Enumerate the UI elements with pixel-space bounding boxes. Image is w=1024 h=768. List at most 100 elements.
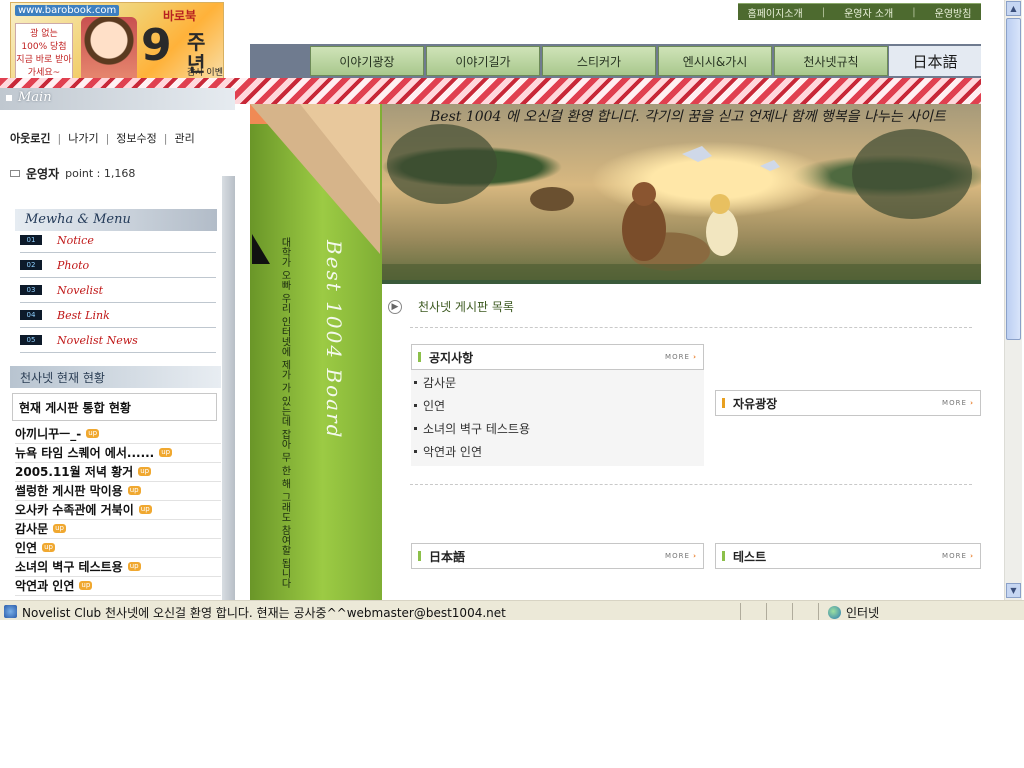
board-post-item[interactable]: 소녀의 벽구 테스트용: [414, 420, 530, 437]
hero-bottom-border: [382, 280, 981, 284]
chevron-right-icon: ›: [693, 353, 697, 361]
menu-item-number: 02: [20, 260, 42, 270]
arrow-right-icon: ▶: [388, 299, 402, 314]
up-badge: up: [42, 543, 55, 552]
recent-post-title: 감사문: [15, 522, 49, 536]
top-links: 홈페이지소개 | 운영자 소개 | 운영방침: [738, 3, 981, 20]
more-label: MORE: [665, 353, 690, 361]
recent-post-item[interactable]: 악연과 인연 up: [15, 576, 221, 596]
nav-tab-story-street[interactable]: 이야기길가: [426, 46, 540, 76]
menu-item-number: 01: [20, 235, 42, 245]
internet-zone-label: 인터넷: [846, 606, 880, 620]
more-button[interactable]: MORE ›: [665, 353, 697, 361]
banner-url: www.barobook.com: [15, 5, 120, 16]
menu-item-novelist-news[interactable]: 05 Novelist News: [20, 328, 216, 353]
logout-link[interactable]: 아웃로긴: [10, 130, 50, 146]
main-tab-label: Main: [18, 90, 52, 105]
chevron-right-icon: ›: [970, 399, 974, 407]
menu-item-photo[interactable]: 02 Photo: [20, 253, 216, 278]
board-post-item[interactable]: 감사문: [414, 374, 456, 391]
recent-post-item[interactable]: 오사카 수족관에 거북이 up: [15, 500, 221, 520]
board-post-item[interactable]: 인연: [414, 397, 445, 414]
more-label: MORE: [665, 552, 690, 560]
menu-item-number: 04: [20, 310, 42, 320]
nav-tab-story-plaza[interactable]: 이야기광장: [310, 46, 424, 76]
recent-post-item[interactable]: 2005.11월 저녁 황거 up: [15, 462, 221, 482]
up-badge: up: [53, 524, 67, 533]
more-label: MORE: [942, 552, 967, 560]
dashed-divider: [410, 327, 972, 328]
recent-post-item[interactable]: 인연 up: [15, 538, 221, 558]
up-badge: up: [138, 467, 152, 476]
user-info: 운영자 point : 1,168: [10, 165, 135, 182]
menu-item-notice[interactable]: 01 Notice: [20, 228, 216, 253]
top-link-about-site[interactable]: 홈페이지소개: [748, 5, 803, 20]
hero-welcome-ticker: Best 1004 에 오신걸 환영 합니다. 각기의 꿈을 싣고 언제나 함께…: [430, 109, 946, 125]
recent-post-item[interactable]: 뉴욕 타임 스퀘어 에서...... up: [15, 443, 221, 463]
main-tab-square-icon: [6, 95, 12, 101]
nav-tab-sticker[interactable]: 스티커가: [542, 46, 656, 76]
recent-post-item[interactable]: 썰렁한 게시판 막이용 up: [15, 481, 221, 501]
banner-ad[interactable]: www.barobook.com 광 없는 100% 당첨 지금 바로 받아가세…: [10, 2, 224, 88]
menu-item-best-link[interactable]: 04 Best Link: [20, 303, 216, 328]
board-box-title[interactable]: 테스트: [733, 548, 942, 565]
vertical-scrollbar[interactable]: ▲ ▼: [1004, 0, 1022, 600]
status-divider: [818, 603, 819, 620]
edit-profile-link[interactable]: 정보수정: [116, 130, 156, 146]
board-box-title[interactable]: 공지사항: [429, 349, 665, 366]
menu-item-number: 03: [20, 285, 42, 295]
recent-post-title: 2005.11월 저녁 황거: [15, 465, 134, 479]
board-box-japanese: 日本語 MORE ›: [411, 543, 704, 569]
top-link-separator: |: [912, 6, 916, 18]
more-button[interactable]: MORE ›: [942, 552, 974, 560]
board-box-title[interactable]: 자유광장: [733, 395, 942, 412]
menu-item-label: Novelist News: [57, 333, 138, 347]
recent-post-item[interactable]: 아끼니꾸ㅡ_- up: [15, 424, 221, 444]
status-title: 천사넷 현재 현황: [20, 371, 105, 385]
login-link-separator: |: [105, 131, 110, 145]
board-box-test: 테스트 MORE ›: [715, 543, 981, 569]
hero-illustration: [382, 124, 981, 284]
scroll-up-icon[interactable]: ▲: [1006, 1, 1021, 16]
menu-item-novelist[interactable]: 03 Novelist: [20, 278, 216, 303]
green-bar-icon: [418, 551, 421, 561]
up-badge: up: [127, 562, 141, 571]
menu-item-label: Photo: [57, 258, 90, 272]
more-button[interactable]: MORE ›: [665, 552, 697, 560]
up-badge: up: [86, 429, 100, 438]
menu-item-label: Best Link: [57, 308, 110, 322]
green-bar-icon: [418, 352, 421, 362]
up-badge: up: [79, 581, 93, 590]
board-post-item[interactable]: 악연과 인연: [414, 443, 482, 460]
status-divider: [792, 603, 793, 620]
recent-post-title: 인연: [15, 541, 38, 555]
status-text: Novelist Club 천사넷에 오신걸 환영 합니다. 현재는 공사중^^…: [22, 606, 506, 620]
top-link-policy[interactable]: 운영방침: [935, 5, 972, 20]
green-bar-icon: [722, 551, 725, 561]
scroll-down-icon[interactable]: ▼: [1006, 583, 1021, 598]
left-column-rail: [222, 176, 235, 610]
recent-post-item[interactable]: 소녀의 벽구 테스트용 up: [15, 557, 221, 577]
admin-link[interactable]: 관리: [175, 130, 195, 146]
banner-free-text: 광 없는 100% 당첨 지금 바로 받아가세요~: [15, 23, 73, 81]
recent-post-item[interactable]: 감사문 up: [15, 519, 221, 539]
status-divider: [740, 603, 741, 620]
scroll-thumb[interactable]: [1006, 18, 1021, 340]
login-link-separator: |: [163, 131, 168, 145]
envelope-icon[interactable]: [10, 170, 20, 177]
more-button[interactable]: MORE ›: [942, 399, 974, 407]
exit-link[interactable]: 나가기: [68, 130, 98, 146]
status-header: 천사넷 현재 현황: [10, 366, 221, 388]
menu-title: Mewha & Menu: [25, 212, 131, 227]
recent-post-title: 뉴욕 타임 스퀘어 에서......: [15, 446, 155, 460]
nav-tab-poems[interactable]: 엔시시&가시: [658, 46, 772, 76]
chevron-right-icon: ›: [693, 552, 697, 560]
user-name: 운영자: [26, 167, 60, 181]
nav-tab-rules[interactable]: 천사넷규칙: [774, 46, 888, 76]
up-badge: up: [138, 505, 152, 514]
nav-tab-japanese[interactable]: 日本語: [889, 46, 981, 76]
board-box-title[interactable]: 日本語: [429, 548, 665, 565]
board-list-title: 천사넷 게시판 목록: [418, 300, 514, 314]
top-link-about-admin[interactable]: 운영자 소개: [844, 5, 893, 20]
chevron-right-icon: ›: [970, 552, 974, 560]
